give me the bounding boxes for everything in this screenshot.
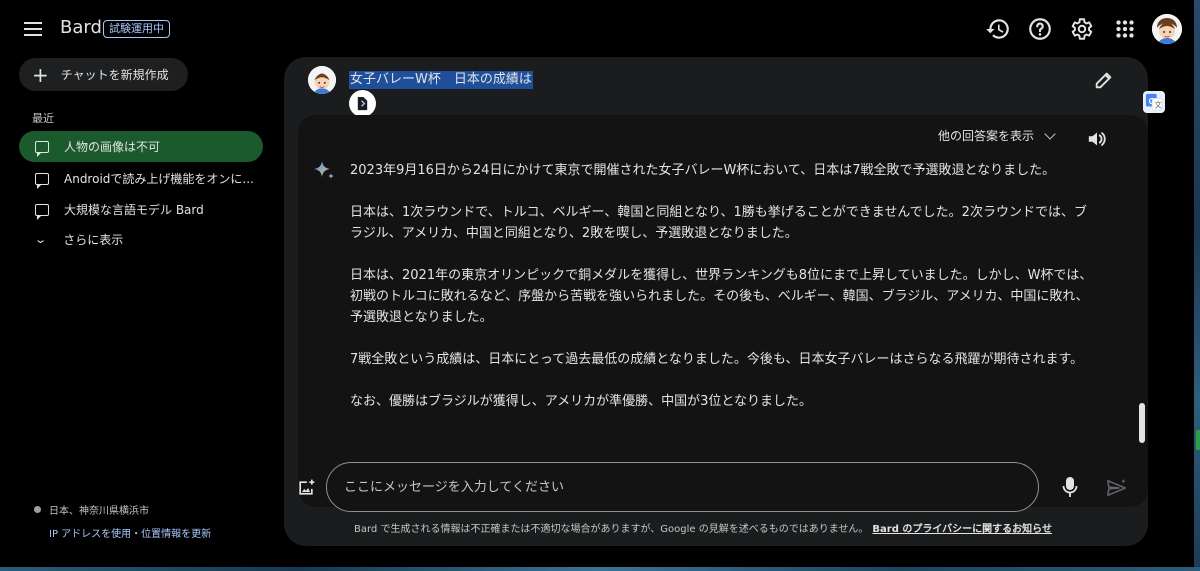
apps-grid-icon[interactable]: [1112, 16, 1138, 42]
show-drafts-label: 他の回答案を表示: [938, 129, 1035, 143]
sidebar-item-label: 大規模な言語モデル Bard: [64, 203, 204, 217]
sidebar-item-recent-chat[interactable]: 大規模な言語モデル Bard: [19, 194, 263, 225]
update-location-link[interactable]: IP アドレスを使用・位置情報を更新: [49, 525, 211, 540]
translate-extension-icon[interactable]: G文: [1143, 91, 1165, 113]
location-text: 日本、神奈川県横浜市: [49, 506, 149, 517]
desktop-bottom-edge: [0, 567, 1200, 571]
edit-query-button[interactable]: [1093, 69, 1115, 91]
sidebar-item-label: Androidで読み上げ機能をオンに...: [64, 172, 254, 186]
send-icon[interactable]: [1106, 478, 1128, 498]
desktop-edge: [1194, 0, 1200, 571]
recent-heading: 最近: [32, 112, 54, 125]
chat-bubble-icon: [35, 172, 49, 189]
sidebar-item-label: 人物の画像は不可: [64, 140, 161, 154]
experiment-badge: 試験運用中: [103, 20, 170, 38]
location-info: 日本、神奈川県横浜市: [34, 502, 149, 517]
user-query-text: 女子バレーW杯 日本の成績は: [349, 71, 533, 89]
speaker-icon[interactable]: [1086, 129, 1108, 149]
sidebar-item-recent-chat[interactable]: Androidで読み上げ機能をオンに...: [19, 163, 263, 194]
sidebar-item-recent-chat[interactable]: 人物の画像は不可: [19, 131, 263, 162]
history-icon[interactable]: [985, 16, 1011, 42]
account-avatar[interactable]: [1152, 14, 1182, 44]
new-chat-button[interactable]: + チャットを新規作成: [19, 58, 188, 91]
response-text: 2023年9月16日から24日にかけて東京で開催された女子バレーW杯において、日…: [350, 160, 1098, 433]
response-paragraph: 2023年9月16日から24日にかけて東京で開催された女子バレーW杯において、日…: [350, 163, 1056, 178]
chat-bubble-icon: [35, 140, 49, 157]
message-input[interactable]: [326, 462, 1039, 512]
upload-image-icon[interactable]: [296, 478, 316, 498]
response-paragraph: 7戦全敗という成績は、日本にとって過去最低の成績となりました。今後も、日本女子バ…: [350, 352, 1084, 367]
plus-icon: +: [32, 62, 49, 87]
brand-name: Bard: [60, 17, 102, 38]
microphone-icon[interactable]: [1062, 476, 1078, 498]
conversation-panel: 女子バレーW杯 日本の成績は 他の回答案を表示 2023年9月16日から24日に…: [284, 57, 1148, 546]
bard-sparkle-icon: [312, 159, 336, 183]
location-dot-icon: [34, 506, 41, 513]
scrollbar-thumb[interactable]: [1139, 403, 1145, 443]
top-bar: Bard 試験運用中: [0, 0, 1194, 58]
help-icon[interactable]: [1027, 16, 1053, 42]
show-drafts-button[interactable]: 他の回答案を表示: [938, 127, 1056, 144]
response-card: 他の回答案を表示 2023年9月16日から24日にかけて東京で開催された女子バレ…: [298, 115, 1148, 507]
composer: [284, 461, 1148, 513]
chevron-down-icon: [1044, 127, 1056, 140]
chevron-down-icon: ⌄: [34, 233, 48, 246]
show-more-label: さらに表示: [63, 233, 124, 247]
disclaimer-text: Bard で生成される情報は不正確または不適切な場合がありますが、Google …: [354, 524, 869, 535]
privacy-notice-link[interactable]: Bard のプライバシーに関するお知らせ: [872, 524, 1052, 535]
user-avatar: [308, 66, 336, 94]
main-menu-button[interactable]: [24, 18, 48, 40]
new-chat-label: チャットを新規作成: [60, 68, 169, 82]
disclaimer: Bard で生成される情報は不正確または不適切な場合がありますが、Google …: [354, 520, 1052, 535]
response-paragraph: 日本は、1次ラウンドで、トルコ、ベルギー、韓国と同組となり、1勝も挙げることがで…: [350, 205, 1087, 241]
svg-text:文: 文: [1154, 100, 1161, 109]
chat-bubble-icon: [35, 203, 49, 220]
desktop-edge-accent: [1196, 430, 1200, 450]
response-paragraph: 日本は、2021年の東京オリンピックで銅メダルを獲得し、世界ランキングも8位にま…: [350, 268, 1093, 325]
show-more-button[interactable]: ⌄ さらに表示: [34, 231, 124, 248]
settings-gear-icon[interactable]: [1068, 16, 1094, 42]
bard-logo-icon[interactable]: [349, 90, 376, 117]
response-paragraph: なお、優勝はブラジルが獲得し、アメリカが準優勝、中国が3位となりました。: [350, 394, 812, 409]
